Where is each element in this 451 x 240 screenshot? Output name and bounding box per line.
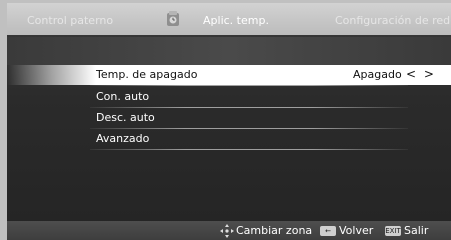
menu-item-label: Desc. auto [96,111,155,124]
four-way-arrows-icon [220,224,234,238]
menu-item-value: Apagado [353,68,402,81]
menu-item-label: Avanzado [96,132,150,145]
tab-timer-apps[interactable]: Aplic. temp. [203,14,269,27]
hint-change-zone: Cambiar zona [220,224,312,238]
menu-item-advanced[interactable]: Avanzado [7,129,451,149]
timer-app-icon [167,11,179,26]
row-divider [90,149,408,150]
hint-exit: EXIT Salir [385,224,428,237]
exit-key-icon: EXIT [385,226,401,236]
menu-item-auto-on[interactable]: Con. auto [7,87,451,107]
settings-panel: Control paterno Aplic. temp. Configuraci… [7,3,451,240]
hint-back-label: Volver [339,224,374,237]
tab-bar: Control paterno Aplic. temp. Configuraci… [7,3,451,35]
footer-hints: Cambiar zona ← Volver EXIT Salir [7,221,451,240]
tv-screen: Control paterno Aplic. temp. Configuraci… [0,0,451,240]
menu-item-label: Temp. de apagado [96,68,198,81]
tab-network-settings[interactable]: Configuración de red [335,14,450,27]
hint-back: ← Volver [320,224,373,237]
menu-item-label: Con. auto [96,90,150,103]
menu-item-sleep-timer[interactable]: Temp. de apagado Apagado < > [7,65,451,85]
header-band [7,37,451,65]
back-key-icon: ← [320,226,336,236]
row-divider [90,85,408,86]
menu-item-auto-off[interactable]: Desc. auto [7,108,451,128]
left-right-arrows-icon[interactable]: < > [406,67,436,81]
hint-change-zone-label: Cambiar zona [236,224,313,237]
hint-exit-label: Salir [404,224,429,237]
tab-parental-control[interactable]: Control paterno [27,14,113,27]
